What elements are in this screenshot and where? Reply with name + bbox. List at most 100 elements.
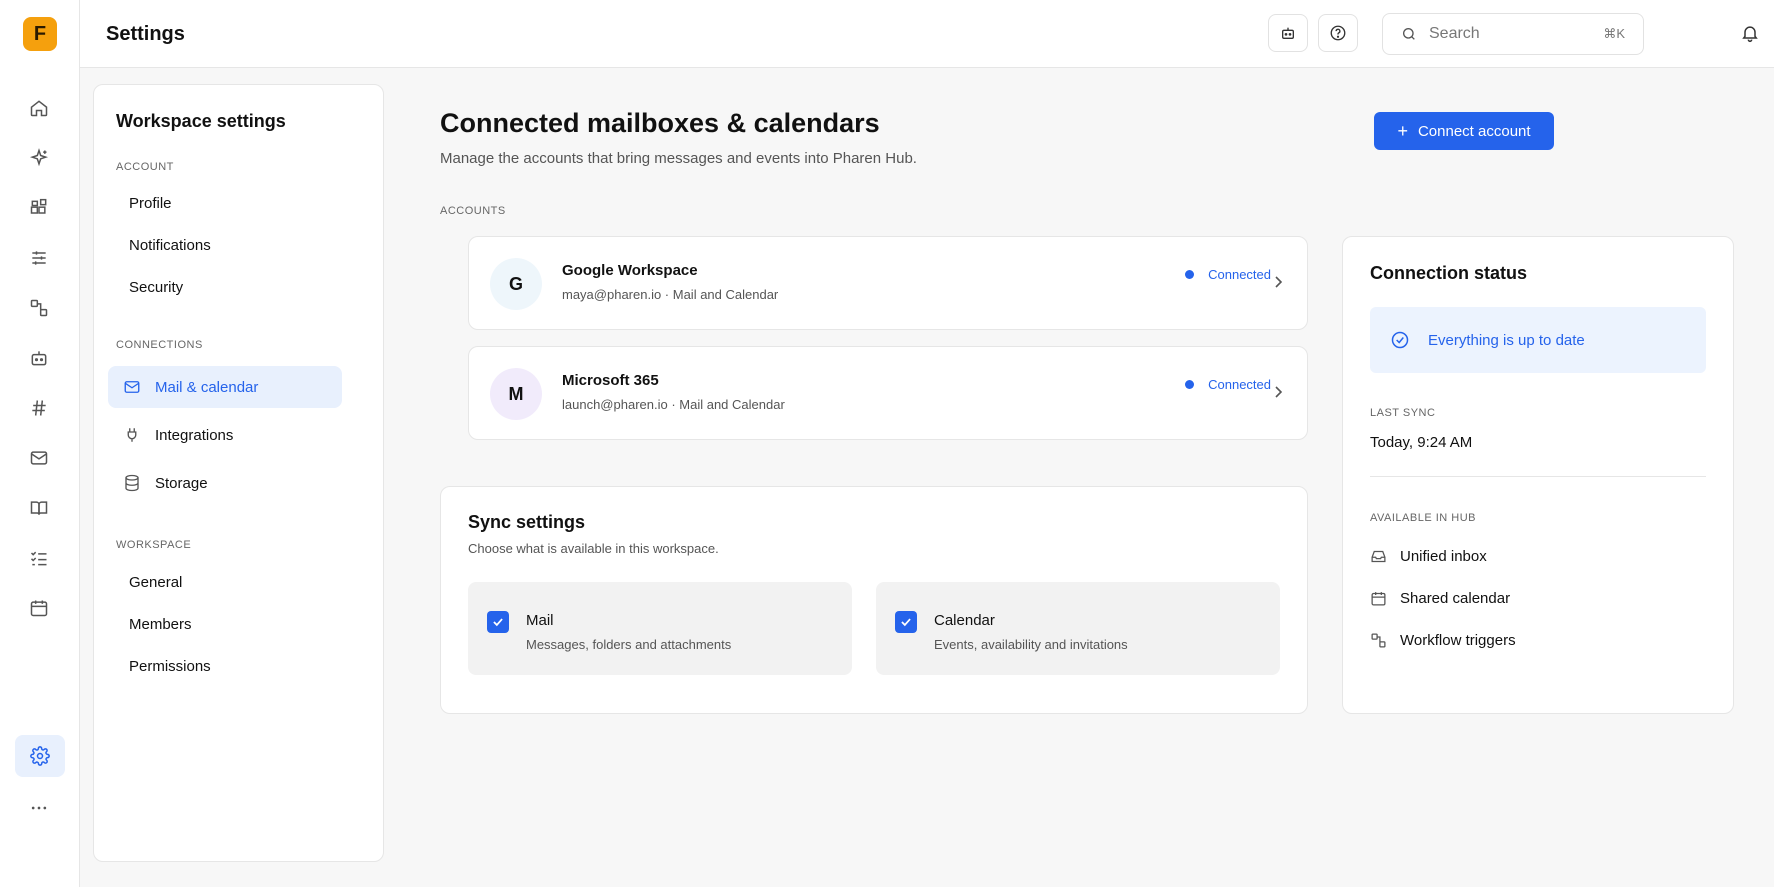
available-item-inbox: Unified inbox [1370, 548, 1487, 565]
bell-icon[interactable] [1740, 23, 1762, 45]
assistant-button[interactable] [1268, 14, 1308, 52]
sidebar-item-integrations[interactable]: Integrations [108, 414, 342, 456]
account-card-google[interactable]: G Google Workspace maya@pharen.io · Mail… [468, 236, 1308, 330]
calendar-icon[interactable] [27, 596, 51, 620]
mail-icon[interactable] [27, 446, 51, 470]
calendar-checkbox[interactable] [895, 611, 917, 633]
divider [1370, 476, 1706, 477]
sidebar-item-mail-calendar[interactable]: Mail & calendar [108, 366, 342, 408]
page-title: Settings [106, 23, 185, 45]
check-icon [899, 615, 913, 629]
plug-icon [123, 426, 141, 444]
sidebar-item-label: Integrations [155, 426, 234, 444]
mail-checkbox[interactable] [487, 611, 509, 633]
help-icon [1329, 24, 1347, 42]
account-avatar: M [490, 368, 542, 420]
option-subtitle: Messages, folders and attachments [526, 637, 732, 652]
sidebar-title: Workspace settings [116, 111, 286, 131]
database-icon [123, 474, 141, 492]
workflow-icon [1370, 632, 1387, 649]
section-label-workspace: WORKSPACE [116, 539, 192, 551]
account-card-microsoft[interactable]: M Microsoft 365 launch@pharen.io · Mail … [468, 346, 1308, 440]
status-badge: Connected [1185, 267, 1271, 282]
check-circle-icon [1390, 330, 1410, 350]
mail-icon [123, 378, 141, 396]
hash-icon[interactable] [27, 396, 51, 420]
workflow-icon[interactable] [27, 296, 51, 320]
main-subtitle: Manage the accounts that bring messages … [440, 150, 917, 167]
home-icon[interactable] [27, 96, 51, 120]
option-subtitle: Events, availability and invitations [934, 637, 1128, 652]
sync-title: Sync settings [468, 512, 586, 532]
top-bar: Settings Search ⌘K [80, 0, 1774, 68]
sidebar-item-permissions[interactable]: Permissions [129, 658, 211, 675]
available-item-label: Unified inbox [1400, 548, 1487, 565]
available-label: AVAILABLE IN HUB [1370, 512, 1477, 524]
connect-account-button[interactable]: + Connect account [1374, 112, 1554, 150]
app-rail: F [0, 0, 80, 887]
account-meta: launch@pharen.io · Mail and Calendar [562, 397, 785, 412]
bot-icon[interactable] [27, 346, 51, 370]
settings-sidebar: Workspace settings ACCOUNT Profile Notif… [93, 84, 384, 862]
status-text: Connected [1208, 377, 1271, 392]
sync-option-calendar[interactable]: Calendar Events, availability and invita… [876, 582, 1280, 675]
available-item-triggers: Workflow triggers [1370, 632, 1516, 649]
more-icon[interactable] [27, 796, 51, 820]
app-logo-letter: F [33, 22, 47, 45]
account-name: Microsoft 365 [562, 372, 659, 389]
gear-icon[interactable] [15, 735, 65, 777]
sparkles-icon[interactable] [27, 146, 51, 170]
status-title: Connection status [1370, 263, 1528, 283]
sync-option-mail[interactable]: Mail Messages, folders and attachments [468, 582, 852, 675]
search-icon [1401, 26, 1417, 42]
search-shortcut: ⌘K [1603, 26, 1625, 41]
status-dot-icon [1185, 380, 1195, 389]
sync-subtitle: Choose what is available in this workspa… [468, 541, 719, 556]
status-banner: Everything is up to date [1370, 307, 1706, 373]
help-button[interactable] [1318, 14, 1358, 52]
account-name: Google Workspace [562, 262, 698, 279]
status-banner-text: Everything is up to date [1428, 331, 1585, 349]
account-meta: maya@pharen.io · Mail and Calendar [562, 287, 779, 302]
option-title: Mail [526, 612, 554, 629]
status-text: Connected [1208, 267, 1271, 282]
accounts-label: ACCOUNTS [440, 205, 506, 217]
plus-icon: + [1397, 121, 1408, 141]
sidebar-item-notifications[interactable]: Notifications [129, 237, 211, 254]
search-input[interactable]: Search ⌘K [1382, 13, 1644, 55]
checklist-icon[interactable] [27, 546, 51, 570]
status-dot-icon [1185, 270, 1195, 279]
sync-settings-card: Sync settings Choose what is available i… [440, 486, 1308, 714]
book-icon[interactable] [27, 496, 51, 520]
calendar-icon [1370, 590, 1387, 607]
sidebar-item-general[interactable]: General [129, 574, 182, 591]
section-label-connections: CONNECTIONS [116, 339, 203, 351]
sidebar-item-storage[interactable]: Storage [108, 462, 342, 504]
available-item-calendar: Shared calendar [1370, 590, 1510, 607]
last-sync-value: Today, 9:24 AM [1370, 434, 1473, 451]
connection-status-card: Connection status Everything is up to da… [1342, 236, 1734, 714]
last-sync-label: LAST SYNC [1370, 407, 1436, 419]
account-avatar: G [490, 258, 542, 310]
app-logo[interactable]: F [23, 17, 57, 51]
sidebar-item-members[interactable]: Members [129, 616, 192, 633]
sidebar-item-label: Storage [155, 474, 208, 492]
search-placeholder: Search [1429, 25, 1480, 42]
main-title: Connected mailboxes & calendars [440, 108, 880, 138]
option-title: Calendar [934, 612, 995, 629]
section-label-account: ACCOUNT [116, 161, 174, 173]
status-badge: Connected [1185, 377, 1271, 392]
available-item-label: Shared calendar [1400, 590, 1511, 607]
widgets-icon[interactable] [27, 196, 51, 220]
sliders-icon[interactable] [27, 246, 51, 270]
bot-icon [1280, 25, 1296, 41]
available-item-label: Workflow triggers [1400, 632, 1516, 649]
sidebar-item-label: Mail & calendar [155, 378, 259, 396]
chevron-right-icon[interactable] [1273, 385, 1283, 399]
chevron-right-icon[interactable] [1273, 275, 1283, 289]
sidebar-item-security[interactable]: Security [129, 279, 183, 296]
sidebar-item-profile[interactable]: Profile [129, 195, 172, 212]
inbox-icon [1370, 548, 1387, 565]
check-icon [491, 615, 505, 629]
connect-account-label: Connect account [1417, 122, 1531, 140]
